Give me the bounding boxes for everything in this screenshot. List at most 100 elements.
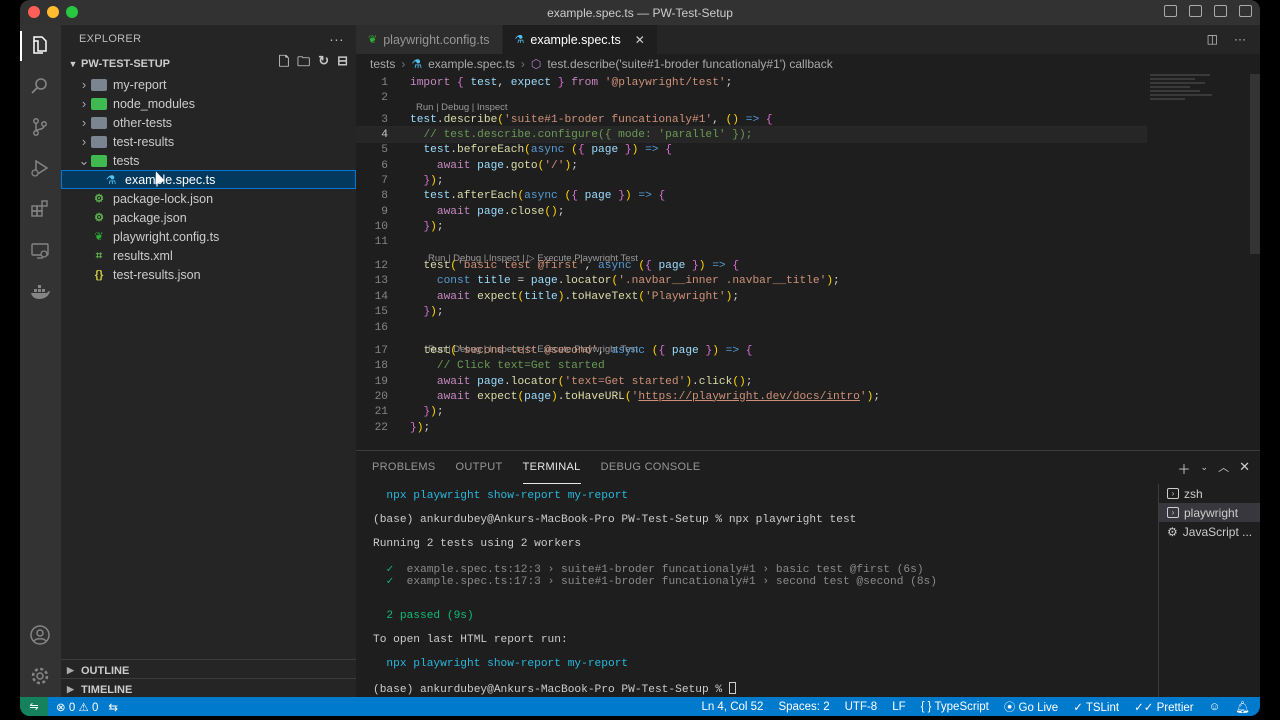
account-icon[interactable] bbox=[29, 624, 51, 646]
code-line[interactable]: 21 }); bbox=[356, 404, 1146, 419]
tree-item[interactable]: › my-report bbox=[61, 75, 356, 94]
code-line[interactable]: 12 test('basic test @first', async ({ pa… bbox=[356, 258, 1146, 273]
terminal-icon: › bbox=[1167, 488, 1179, 499]
terminal-output[interactable]: npx playwright show-report my-report (bas… bbox=[356, 484, 1158, 698]
breadcrumb: tests › ⚗ example.spec.ts › ⬡ test.descr… bbox=[356, 54, 1260, 74]
minimap[interactable] bbox=[1150, 74, 1220, 134]
editor-scrollbar[interactable] bbox=[1250, 74, 1260, 254]
terminal-label: zsh bbox=[1184, 486, 1203, 501]
code-line[interactable]: 18 // Click text=Get started bbox=[356, 358, 1146, 373]
code-line[interactable]: 10 }); bbox=[356, 219, 1146, 234]
problems-status[interactable]: ⊗ 0 ⚠ 0 bbox=[56, 700, 98, 714]
terminal-instance[interactable]: › zsh bbox=[1159, 484, 1260, 503]
customize-layout-icon[interactable] bbox=[1239, 5, 1252, 17]
notifications-bell-icon[interactable]: 🔔︎ bbox=[1235, 700, 1250, 714]
tab-output[interactable]: OUTPUT bbox=[456, 451, 503, 484]
tab-example-spec[interactable]: ⚗ example.spec.ts ✕ bbox=[502, 25, 658, 54]
maximize-panel-icon[interactable]: ︿ bbox=[1218, 459, 1229, 478]
cursor-position[interactable]: Ln 4, Col 52 bbox=[701, 701, 763, 713]
remote-explorer-icon[interactable] bbox=[29, 240, 51, 262]
chevron-down-icon[interactable]: ⌄ bbox=[1201, 459, 1209, 478]
close-tab-icon[interactable]: ✕ bbox=[635, 33, 645, 47]
code-text: // test.describe.configure({ mode: 'para… bbox=[423, 128, 753, 141]
code-text: }); bbox=[423, 174, 444, 187]
breadcrumb-folder[interactable]: tests bbox=[370, 57, 395, 71]
refresh-icon[interactable]: ↻ bbox=[318, 53, 329, 75]
remote-indicator-icon[interactable]: ⇋ bbox=[20, 697, 48, 716]
split-editor-icon[interactable]: ◫ bbox=[1207, 32, 1218, 46]
code-line[interactable]: 16 bbox=[356, 320, 1146, 335]
sync-icon[interactable]: ⇆ bbox=[108, 700, 118, 714]
prettier-status[interactable]: ✓✓ Prettier bbox=[1134, 700, 1194, 714]
minimize-window-button[interactable] bbox=[47, 6, 59, 18]
code-line[interactable]: 20 await expect(page).toHaveURL('https:/… bbox=[356, 389, 1146, 404]
zoom-window-button[interactable] bbox=[66, 6, 78, 18]
code-line[interactable]: 4 // test.describe.configure({ mode: 'pa… bbox=[356, 126, 1147, 143]
tree-item[interactable]: ⌄ tests bbox=[61, 151, 356, 170]
tree-item[interactable]: ⚗ example.spec.ts bbox=[61, 170, 356, 189]
indentation[interactable]: Spaces: 2 bbox=[778, 701, 829, 713]
new-folder-icon[interactable]: 🗀 bbox=[297, 53, 310, 75]
collapse-all-icon[interactable]: ⊟ bbox=[337, 53, 348, 75]
settings-gear-icon[interactable] bbox=[29, 665, 51, 687]
tree-item[interactable]: › node_modules bbox=[61, 94, 356, 113]
close-window-button[interactable] bbox=[28, 6, 40, 18]
code-line[interactable]: 8 test.afterEach(async ({ page }) => { bbox=[356, 188, 1146, 203]
new-file-icon[interactable]: 🗋 bbox=[279, 53, 289, 75]
code-line[interactable]: 14 await expect(title).toHaveText('Playw… bbox=[356, 289, 1146, 304]
toggle-secondary-sidebar-icon[interactable] bbox=[1214, 5, 1227, 17]
language-mode[interactable]: { } TypeScript bbox=[921, 701, 989, 713]
tree-item[interactable]: ⌗ results.xml bbox=[61, 246, 356, 265]
code-line[interactable]: 19 await page.locator('text=Get started'… bbox=[356, 374, 1146, 389]
tab-playwright-config[interactable]: ❦ playwright.config.ts bbox=[356, 25, 503, 54]
json-icon: ⚙ bbox=[94, 211, 104, 224]
tree-item[interactable]: ⚙ package.json bbox=[61, 208, 356, 227]
breadcrumb-file[interactable]: example.spec.ts bbox=[428, 57, 515, 71]
code-line[interactable]: 22}); bbox=[356, 420, 1146, 435]
code-line[interactable]: 6 await page.goto('/'); bbox=[356, 158, 1146, 173]
search-icon[interactable] bbox=[29, 75, 51, 97]
go-live-button[interactable]: ⦿ Go Live bbox=[1004, 699, 1058, 715]
chevron-right-icon: ▶ bbox=[67, 665, 74, 675]
close-panel-icon[interactable]: ✕ bbox=[1239, 459, 1250, 478]
tree-item[interactable]: {} test-results.json bbox=[61, 265, 356, 284]
source-control-icon[interactable] bbox=[29, 116, 51, 138]
code-line[interactable]: 11 bbox=[356, 234, 1146, 249]
tslint-status[interactable]: ✓ TSLint bbox=[1073, 700, 1119, 714]
explorer-icon[interactable] bbox=[29, 34, 51, 56]
toggle-panel-icon[interactable] bbox=[1189, 5, 1202, 17]
terminal-instance[interactable]: ⚙ JavaScript ... bbox=[1159, 522, 1260, 541]
code-line[interactable]: 13 const title = page.locator('.navbar__… bbox=[356, 273, 1146, 288]
code-line[interactable]: 7 }); bbox=[356, 173, 1146, 188]
feedback-icon[interactable]: ☺ bbox=[1209, 701, 1221, 713]
tree-item[interactable]: › test-results bbox=[61, 132, 356, 151]
code-editor[interactable]: 1 import { test, expect } from '@playwrig… bbox=[356, 74, 1260, 449]
line-number: 8 bbox=[381, 189, 388, 202]
code-line[interactable]: 1 import { test, expect } from '@playwrig… bbox=[356, 75, 1146, 90]
project-root[interactable]: ▼ PW-TEST-SETUP 🗋 🗀 ↻ ⊟ bbox=[61, 53, 356, 75]
docker-icon[interactable] bbox=[29, 282, 51, 304]
tab-debug-console[interactable]: DEBUG CONSOLE bbox=[601, 451, 701, 484]
more-actions-icon[interactable]: ··· bbox=[329, 31, 344, 47]
tab-problems[interactable]: PROBLEMS bbox=[372, 451, 436, 484]
title-bar: example.spec.ts — PW-Test-Setup bbox=[20, 0, 1260, 25]
new-terminal-icon[interactable]: ＋ bbox=[1178, 459, 1191, 478]
run-debug-icon[interactable] bbox=[29, 157, 51, 179]
code-line[interactable]: 5 test.beforeEach(async ({ page }) => { bbox=[356, 142, 1146, 157]
tree-item[interactable]: ⚙ package-lock.json bbox=[61, 189, 356, 208]
code-text: test.beforeEach(async ({ page }) => { bbox=[423, 143, 672, 156]
more-actions-icon[interactable]: ··· bbox=[1234, 32, 1246, 46]
code-line[interactable]: 3 test.describe('suite#1-broder funcation… bbox=[356, 112, 1146, 127]
line-ending[interactable]: LF bbox=[892, 701, 905, 713]
toggle-sidebar-icon[interactable] bbox=[1164, 5, 1177, 17]
code-line[interactable]: 9 await page.close(); bbox=[356, 204, 1146, 219]
code-line[interactable]: 15 }); bbox=[356, 304, 1146, 319]
encoding[interactable]: UTF-8 bbox=[845, 701, 878, 713]
extensions-icon[interactable] bbox=[29, 198, 51, 220]
breadcrumb-symbol[interactable]: test.describe('suite#1-broder funcationa… bbox=[547, 57, 832, 71]
tree-item[interactable]: › other-tests bbox=[61, 113, 356, 132]
terminal-instance[interactable]: › playwright bbox=[1159, 503, 1260, 522]
code-line[interactable]: 17 test('second test @second', async ({ … bbox=[356, 343, 1146, 358]
tree-item[interactable]: ❦ playwright.config.ts bbox=[61, 227, 356, 246]
tab-terminal[interactable]: TERMINAL bbox=[522, 451, 581, 484]
